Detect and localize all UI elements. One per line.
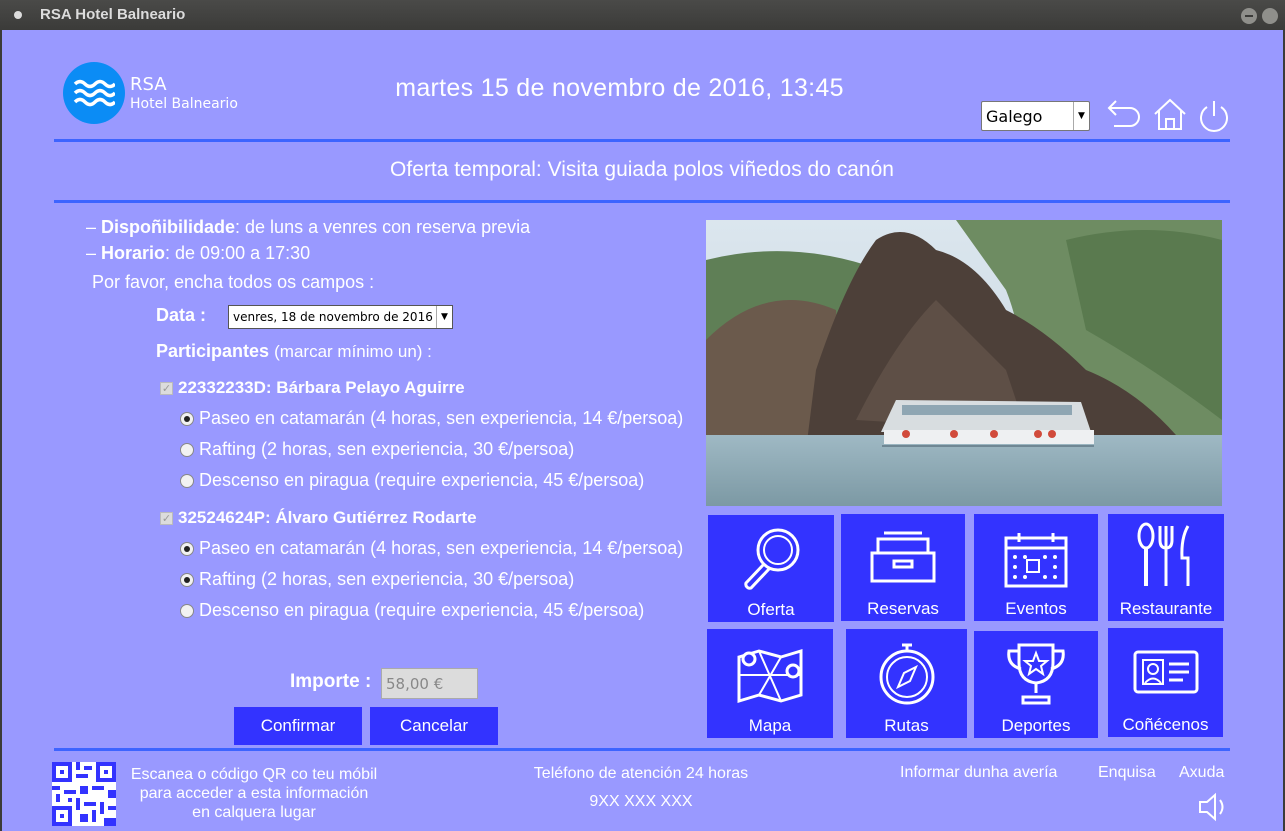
- schedule-text: : de 09:00 a 17:30: [165, 243, 311, 263]
- chevron-down-icon: ▼: [436, 306, 452, 328]
- tile-rutas[interactable]: Rutas: [846, 629, 967, 738]
- calendar-icon: [1004, 533, 1068, 588]
- confirm-button[interactable]: Confirmar: [234, 707, 362, 745]
- participant-2-name: 32524624P: Álvaro Gutiérrez Rodarte: [178, 508, 477, 527]
- window-title: RSA Hotel Balneario: [40, 6, 186, 23]
- window-titlebar: RSA Hotel Balneario: [0, 0, 1285, 30]
- p1-catamaran-label: Paseo en catamarán (4 horas, sen experie…: [199, 408, 684, 428]
- inbox-icon: [870, 531, 936, 583]
- tile-label: Reservas: [867, 599, 939, 618]
- back-icon[interactable]: [1102, 96, 1142, 134]
- participant-1-checkbox[interactable]: ✓: [160, 382, 173, 395]
- tile-eventos[interactable]: Eventos: [974, 514, 1098, 621]
- p1-piragua-radio[interactable]: [180, 474, 194, 488]
- language-select[interactable]: Galego ▼: [981, 101, 1090, 131]
- tile-oferta[interactable]: Oferta: [708, 515, 834, 622]
- p2-rafting-radio[interactable]: [180, 573, 194, 587]
- qr-code-icon: [52, 762, 116, 826]
- power-icon[interactable]: [1195, 96, 1235, 134]
- availability-line: – Dispoñibilidade: de luns a venres con …: [86, 217, 531, 237]
- availability-text: : de luns a venres con reserva previa: [235, 217, 531, 237]
- tile-label: Rutas: [884, 716, 929, 735]
- report-fault-link[interactable]: Informar dunha avería: [900, 764, 1057, 782]
- phone-label: Teléfono de atención 24 horas: [533, 765, 749, 782]
- hotel-logo-icon: [63, 62, 125, 124]
- date-select[interactable]: venres, 18 de novembro de 2016 ▼: [228, 305, 453, 329]
- app-menu-icon[interactable]: [14, 11, 22, 19]
- qr-text-1: Escanea o código QR co teu móbil: [130, 766, 378, 783]
- heading-divider: [54, 200, 1230, 203]
- p1-rafting-label: Rafting (2 horas, sen experiencia, 30 €/…: [199, 439, 575, 459]
- amount-label: Importe :: [290, 671, 372, 692]
- home-icon[interactable]: [1151, 96, 1191, 134]
- tile-reservas[interactable]: Reservas: [841, 514, 965, 621]
- p1-rafting-radio[interactable]: [180, 443, 194, 457]
- schedule-line: – Horario: de 09:00 a 17:30: [86, 243, 311, 263]
- tile-mapa[interactable]: Mapa: [707, 629, 833, 738]
- cancel-button[interactable]: Cancelar: [370, 707, 498, 745]
- p2-catamaran-label: Paseo en catamarán (4 horas, sen experie…: [199, 538, 684, 558]
- participants-hint: (marcar mínimo un) :: [274, 342, 432, 361]
- tile-deportes[interactable]: Deportes: [974, 631, 1098, 738]
- schedule-label: Horario: [101, 243, 166, 263]
- p2-piragua-label: Descenso en piragua (require experiencia…: [199, 600, 645, 620]
- tile-label: Restaurante: [1119, 599, 1213, 618]
- participants-header: Participantes (marcar mínimo un) :: [156, 341, 432, 362]
- amount-field: 58,00 €: [381, 668, 478, 699]
- tile-label: Coñécenos: [1122, 715, 1209, 734]
- current-datetime: martes 15 de novembro de 2016, 13:45: [395, 74, 844, 102]
- close-button[interactable]: [1262, 8, 1278, 24]
- p2-rafting-label: Rafting (2 horas, sen experiencia, 30 €/…: [199, 569, 575, 589]
- availability-label: Dispoñibilidade: [101, 217, 236, 237]
- brand-name: RSA: [130, 74, 167, 95]
- magnifier-icon: [744, 528, 800, 590]
- id-card-icon: [1133, 650, 1198, 694]
- phone-number: 9XX XXX XXX: [589, 793, 693, 810]
- tile-label: Eventos: [1005, 599, 1067, 618]
- minimize-button[interactable]: [1241, 8, 1257, 24]
- offer-heading: Oferta temporal: Visita guiada polos viñ…: [390, 158, 894, 181]
- chevron-down-icon: ▼: [1073, 102, 1089, 130]
- tile-label: Mapa: [748, 716, 792, 735]
- qr-text-2: para acceder a esta información: [139, 785, 369, 802]
- p2-piragua-radio[interactable]: [180, 604, 194, 618]
- footer-divider: [54, 748, 1230, 751]
- participant-1-name: 22332233D: Bárbara Pelayo Aguirre: [178, 378, 465, 397]
- participant-2-checkbox[interactable]: ✓: [160, 512, 173, 525]
- tile-label: Deportes: [1001, 716, 1071, 735]
- language-value: Galego: [986, 107, 1043, 126]
- tile-label: Oferta: [747, 600, 795, 619]
- qr-text-3: en calquera lugar: [192, 804, 316, 821]
- date-value: venres, 18 de novembro de 2016: [233, 310, 433, 324]
- qr-caption: Escanea o código QR co teu móbil para ac…: [118, 765, 390, 822]
- date-label: Data :: [156, 305, 207, 325]
- trophy-icon: [1007, 643, 1065, 705]
- cutlery-icon: [1137, 522, 1190, 586]
- header-divider: [54, 139, 1230, 142]
- participants-label: Participantes: [156, 341, 270, 361]
- p1-catamaran-radio[interactable]: [180, 412, 194, 426]
- help-link[interactable]: Axuda: [1179, 764, 1224, 782]
- offer-photo: [706, 220, 1222, 506]
- p2-catamaran-radio[interactable]: [180, 542, 194, 556]
- brand-subtitle: Hotel Balneario: [130, 96, 238, 112]
- tile-restaurante[interactable]: Restaurante: [1108, 514, 1224, 621]
- compass-icon: [879, 643, 934, 705]
- map-icon: [737, 648, 803, 704]
- speaker-icon[interactable]: [1196, 790, 1232, 824]
- instruction-text: Por favor, encha todos os campos :: [92, 272, 375, 292]
- p1-piragua-label: Descenso en piragua (require experiencia…: [199, 470, 645, 490]
- app-window: RSA Hotel Balneario martes 15 de novembr…: [0, 30, 1285, 831]
- survey-link[interactable]: Enquisa: [1098, 764, 1156, 782]
- tile-conecenos[interactable]: Coñécenos: [1108, 628, 1223, 737]
